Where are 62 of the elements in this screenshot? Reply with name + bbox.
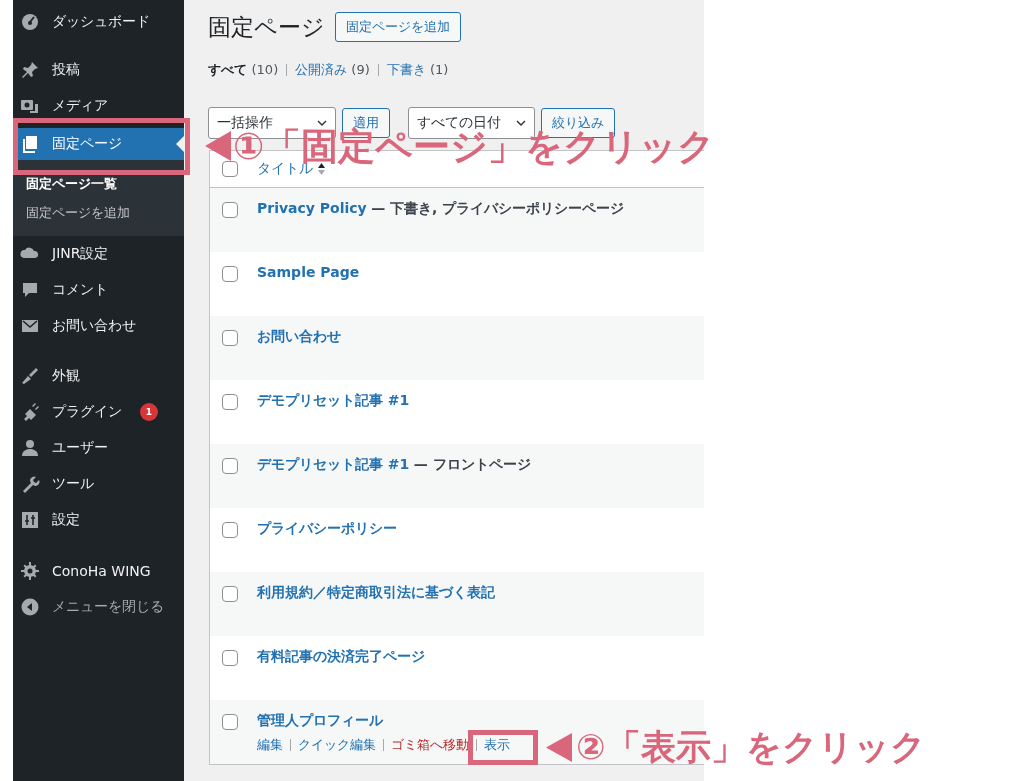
- annotation-text: ②「表示」をクリック: [576, 730, 926, 765]
- row-action-link[interactable]: 表示: [484, 736, 510, 754]
- page-title-link[interactable]: プライバシーポリシー: [257, 520, 397, 536]
- checkbox[interactable]: [222, 266, 238, 282]
- sidebar-item[interactable]: 投稿: [13, 58, 184, 82]
- sidebar-item[interactable]: 設定: [13, 508, 184, 532]
- sidebar-item[interactable]: お問い合わせ: [13, 314, 184, 338]
- paintbrush-icon: [20, 366, 40, 386]
- checkbox[interactable]: [222, 586, 238, 602]
- speech-bubble-icon: [20, 280, 40, 300]
- person-icon: [20, 438, 40, 458]
- page-title-link[interactable]: 利用規約／特定商取引法に基づく表記: [257, 584, 495, 600]
- status-filter-link[interactable]: すべて (10): [208, 61, 279, 79]
- page-title-link[interactable]: 有料記事の決済完了ページ: [257, 648, 425, 664]
- checkbox[interactable]: [222, 202, 238, 218]
- add-page-button[interactable]: 固定ページを追加: [335, 12, 461, 42]
- sidebar-item[interactable]: ユーザー: [13, 436, 184, 460]
- highlight-frame: [468, 730, 538, 765]
- page-state-label: — フロントページ: [413, 456, 531, 472]
- sidebar-item[interactable]: JINR設定: [13, 242, 184, 266]
- sliders-icon: [20, 510, 40, 530]
- sidebar-item[interactable]: ConoHa WING: [13, 559, 184, 583]
- checkbox[interactable]: [222, 522, 238, 538]
- submenu-item[interactable]: 固定ページ一覧: [13, 169, 184, 198]
- sidebar-item[interactable]: ダッシュボード: [13, 10, 184, 34]
- checkbox[interactable]: [222, 330, 238, 346]
- status-filter-link[interactable]: 下書き (1): [386, 61, 449, 79]
- page-title-link[interactable]: デモプリセット記事 #1: [257, 456, 410, 472]
- page-title-link[interactable]: お問い合わせ: [257, 328, 341, 344]
- page-title-link[interactable]: 管理人プロフィール: [257, 712, 383, 728]
- page-title-link[interactable]: Sample Page: [257, 264, 360, 280]
- row-action-link[interactable]: 編集: [257, 736, 283, 754]
- page-title-link[interactable]: デモプリセット記事 #1: [257, 392, 410, 408]
- page-title: 固定ページ: [208, 12, 325, 42]
- gear-icon: [20, 561, 40, 581]
- chevron-down-icon: [516, 118, 526, 128]
- gauge-icon: [20, 12, 40, 32]
- sidebar-item[interactable]: コメント: [13, 278, 184, 302]
- checkbox[interactable]: [222, 394, 238, 410]
- status-filter-link[interactable]: 公開済み (9): [295, 61, 370, 79]
- pushpin-icon: [20, 60, 40, 80]
- submenu-item[interactable]: 固定ページを追加: [13, 198, 184, 227]
- sidebar-item[interactable]: 外観: [13, 364, 184, 388]
- sidebar-item[interactable]: メディア: [13, 94, 184, 118]
- sidebar-item[interactable]: メニューを閉じる: [13, 595, 184, 619]
- checkbox[interactable]: [222, 650, 238, 666]
- page-title-link[interactable]: Privacy Policy: [257, 200, 367, 216]
- collapse-icon: [20, 597, 40, 617]
- sidebar-item[interactable]: ツール: [13, 472, 184, 496]
- pointer-triangle-icon: [205, 131, 231, 161]
- chevron-down-icon: [317, 118, 327, 128]
- checkbox[interactable]: [222, 458, 238, 474]
- sidebar-item[interactable]: プラグイン 1: [13, 400, 184, 424]
- checkbox[interactable]: [222, 161, 238, 177]
- page-state-label: — 下書き, プライバシーポリシーページ: [371, 200, 625, 216]
- pages-icon: [20, 134, 40, 154]
- count-badge: 1: [140, 403, 158, 421]
- row-action-link[interactable]: ゴミ箱へ移動: [391, 736, 469, 754]
- checkbox[interactable]: [222, 714, 238, 730]
- pointer-triangle-icon: [546, 733, 572, 762]
- sort-arrows-icon: [317, 162, 326, 176]
- row-action-link[interactable]: クイック編集: [298, 736, 376, 754]
